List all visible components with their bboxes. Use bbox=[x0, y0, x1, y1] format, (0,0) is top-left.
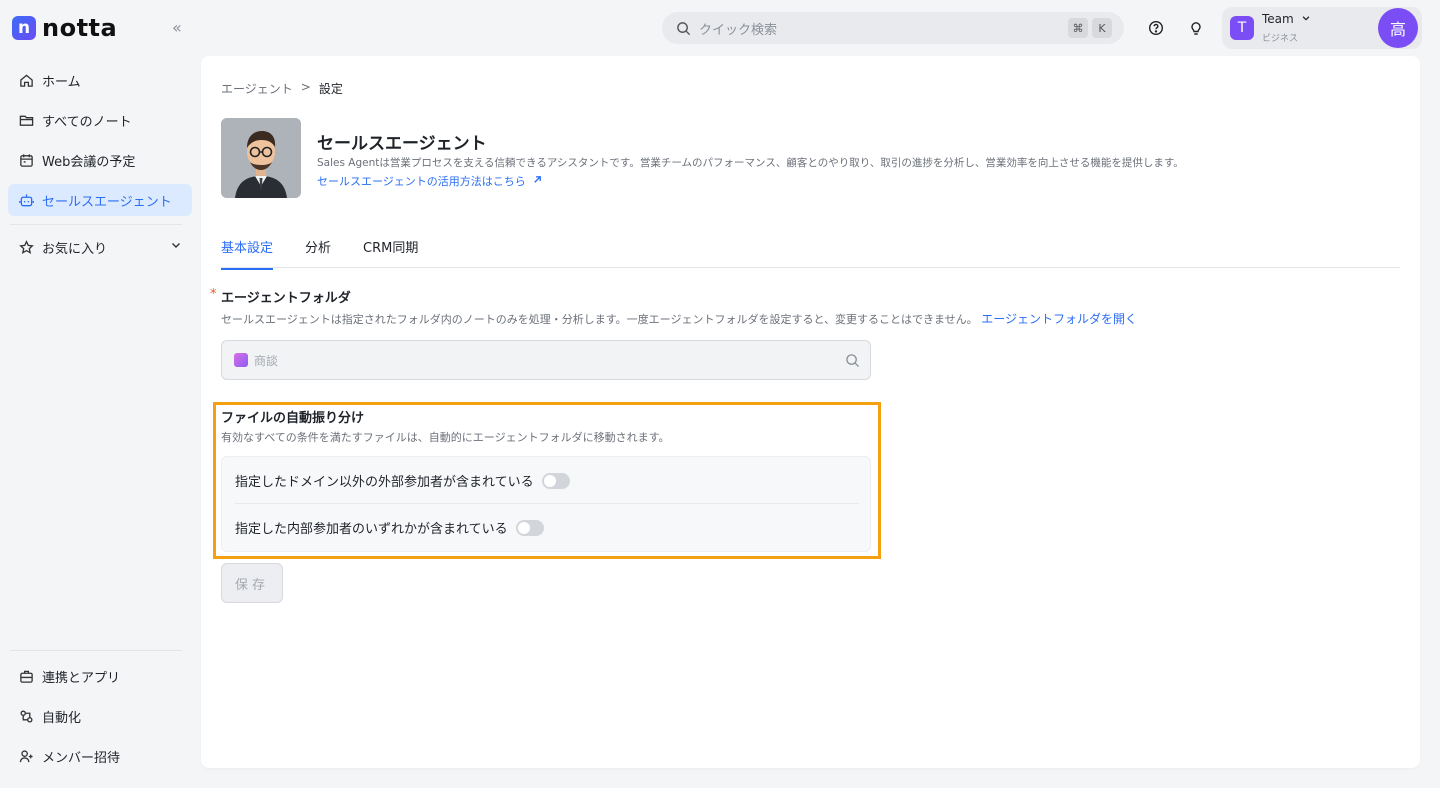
sidebar-divider bbox=[10, 650, 182, 651]
search-icon bbox=[677, 21, 691, 35]
save-button[interactable]: 保存 bbox=[221, 563, 283, 603]
agent-folder-value: 商談 bbox=[254, 353, 279, 368]
quick-search-input[interactable]: クイック検索 ⌘ K bbox=[662, 12, 1124, 44]
rule-label: 指定したドメイン以外の外部参加者が含まれている bbox=[235, 475, 534, 490]
sidebar-item-automation[interactable]: 自動化 bbox=[8, 700, 192, 732]
sidebar-item-label: Web会議の予定 bbox=[42, 154, 136, 170]
sidebar-item-label: すべてのノート bbox=[42, 114, 132, 130]
auto-sort-rules: 指定したドメイン以外の外部参加者が含まれている 指定した内部参加者のいずれかが含… bbox=[221, 456, 871, 552]
star-icon bbox=[18, 239, 34, 255]
sparkle-folder-icon bbox=[234, 353, 248, 367]
required-mark: * bbox=[210, 287, 217, 302]
agent-description: Sales Agentは営業プロセスを支える信頼できるアシスタントです。営業チー… bbox=[317, 157, 1184, 169]
rule-divider bbox=[235, 503, 859, 504]
agent-folder-help-text: セールスエージェントは指定されたフォルダ内のノートのみを処理・分析します。一度エ… bbox=[221, 313, 978, 326]
rule-label: 指定した内部参加者のいずれかが含まれている bbox=[235, 522, 508, 537]
sidebar-item-label: 連携とアプリ bbox=[42, 670, 121, 686]
tab-basic-settings[interactable]: 基本設定 bbox=[221, 237, 274, 270]
sidebar-item-favorites[interactable]: お気に入り bbox=[8, 231, 192, 263]
home-icon bbox=[18, 72, 34, 88]
sidebar-item-sales-agent[interactable]: セールスエージェント bbox=[8, 184, 192, 216]
auto-sort-help: 有効なすべての条件を満たすファイルは、自動的にエージェントフォルダに移動されます… bbox=[221, 431, 670, 444]
rule-external-toggle[interactable] bbox=[541, 472, 570, 489]
agent-folder-select[interactable]: 商談 bbox=[221, 340, 871, 380]
collapse-sidebar-icon[interactable]: « bbox=[172, 18, 182, 37]
integration-icon bbox=[18, 668, 34, 684]
sidebar-item-home[interactable]: ホーム bbox=[8, 64, 192, 96]
chevron-down-icon[interactable] bbox=[170, 239, 182, 255]
automation-icon bbox=[18, 708, 34, 724]
team-avatar: T bbox=[1230, 16, 1254, 40]
breadcrumb-separator: > bbox=[300, 80, 311, 94]
settings-tabs: 基本設定 分析 CRM同期 bbox=[221, 236, 1400, 270]
sidebar-item-integrations[interactable]: 連携とアプリ bbox=[8, 660, 192, 692]
sidebar-item-all-notes[interactable]: すべてのノート bbox=[8, 104, 192, 136]
open-agent-folder-link[interactable]: エージェントフォルダを開く bbox=[981, 312, 1137, 326]
sidebar: n notta « ホーム すべてのノート Web会議の予定 セールスエージェン… bbox=[0, 0, 200, 788]
calendar-icon bbox=[18, 152, 34, 168]
user-avatar[interactable]: 高 bbox=[1378, 8, 1418, 48]
chevron-down-icon bbox=[1302, 16, 1309, 21]
help-icon[interactable] bbox=[1146, 18, 1166, 38]
invite-icon bbox=[18, 748, 34, 764]
cmd-key: ⌘ bbox=[1068, 18, 1088, 38]
rule-internal-participants: 指定した内部参加者のいずれかが含まれている bbox=[235, 518, 544, 537]
agent-folder-help: セールスエージェントは指定されたフォルダ内のノートのみを処理・分析します。一度エ… bbox=[221, 310, 1137, 327]
team-name: Team bbox=[1262, 12, 1294, 26]
agent-folder-label-text: エージェントフォルダ bbox=[221, 291, 351, 306]
agent-folder-label: * エージェントフォルダ bbox=[210, 287, 351, 306]
lightbulb-icon[interactable] bbox=[1186, 18, 1206, 38]
notta-logo[interactable]: n notta bbox=[12, 14, 117, 42]
tab-crm-sync[interactable]: CRM同期 bbox=[363, 237, 418, 268]
auto-sort-title: ファイルの自動振り分け bbox=[221, 411, 365, 426]
rule-external-participants: 指定したドメイン以外の外部参加者が含まれている bbox=[235, 471, 570, 490]
sidebar-item-label: 自動化 bbox=[42, 710, 82, 726]
search-placeholder: クイック検索 bbox=[699, 22, 778, 38]
breadcrumb-agents[interactable]: エージェント bbox=[221, 80, 293, 97]
sidebar-item-meetings[interactable]: Web会議の予定 bbox=[8, 144, 192, 176]
sidebar-item-label: メンバー招待 bbox=[42, 750, 121, 766]
folder-icon bbox=[18, 112, 34, 128]
search-icon bbox=[846, 354, 860, 368]
team-plan: ビジネス bbox=[1262, 34, 1299, 44]
main-panel: エージェント > 設定 セールスエージェント Sales Agentは営業プロセ… bbox=[201, 56, 1420, 768]
k-key: K bbox=[1092, 18, 1112, 38]
sidebar-item-label: ホーム bbox=[42, 74, 81, 90]
agent-title: セールスエージェント bbox=[317, 134, 487, 154]
logo-text: notta bbox=[42, 14, 118, 42]
rule-internal-toggle[interactable] bbox=[515, 519, 544, 536]
sidebar-item-invite[interactable]: メンバー招待 bbox=[8, 740, 192, 772]
tab-analysis[interactable]: 分析 bbox=[305, 237, 331, 268]
breadcrumb-settings: 設定 bbox=[318, 82, 343, 96]
logo-mark-icon: n bbox=[12, 16, 36, 40]
sidebar-item-label: セールスエージェント bbox=[42, 194, 172, 210]
external-link-icon bbox=[534, 176, 542, 183]
agent-usage-link[interactable]: セールスエージェントの活用方法はこちら bbox=[317, 173, 543, 189]
breadcrumb: エージェント > 設定 bbox=[221, 80, 343, 97]
sidebar-divider bbox=[10, 224, 182, 225]
sidebar-item-label: お気に入り bbox=[42, 241, 108, 257]
agent-usage-link-label: セールスエージェントの活用方法はこちら bbox=[317, 175, 526, 188]
robot-icon bbox=[18, 192, 34, 208]
agent-avatar-image bbox=[221, 118, 301, 198]
team-name-row: Team bbox=[1262, 12, 1311, 26]
